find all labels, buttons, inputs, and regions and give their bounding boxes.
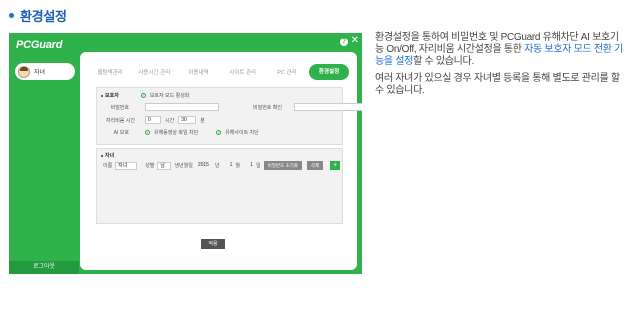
minute-unit: 분 — [200, 117, 205, 124]
settings-panel: 웹탐색관리 사용시간 관리 이용내역 사이트 관리 PC 관리 환경설정 보호자… — [80, 52, 362, 270]
tab-web-browsing[interactable]: 웹탐색관리 — [88, 68, 132, 76]
hour-unit: 시간 — [165, 117, 175, 124]
bullet-icon — [101, 94, 103, 97]
password-confirm-label: 비밀번호 확인 — [253, 104, 282, 111]
tab-usage-time[interactable]: 사용시간 관리 — [132, 68, 176, 76]
section-title: 환경설정 — [20, 9, 67, 24]
help-icon[interactable]: ? — [340, 38, 348, 46]
child-name-label: 이름 — [103, 163, 113, 169]
ai-protect-label: AI 보호 — [113, 130, 129, 136]
password-label: 비밀번호 — [110, 104, 129, 111]
hour-select[interactable]: 0 — [145, 116, 161, 124]
day-unit: 일 — [256, 163, 261, 169]
password-confirm-field[interactable] — [294, 103, 362, 111]
child-name: 자녀 — [34, 70, 46, 76]
guardian-heading: 보호자 — [101, 92, 119, 99]
description-paragraph-2: 여러 자녀가 있으실 경우 자녀별 등록을 통해 별도로 관리를 할 수 있습니… — [375, 73, 620, 96]
year-unit: 년 — [214, 163, 220, 169]
app-logo: PCGuard — [16, 39, 63, 51]
tab-pc-management[interactable]: PC 관리 — [265, 68, 309, 76]
child-name-field[interactable]: 자녀 — [115, 161, 138, 170]
gender-select[interactable]: 남 — [157, 161, 172, 170]
guardian-mode-label: 보호자 모드 활성화 — [149, 93, 190, 99]
month-unit: 월 — [235, 163, 241, 169]
section-heading: 환경설정 — [9, 6, 67, 25]
ai-site-label: 유해사이트 차단 — [225, 130, 259, 136]
tab-history[interactable]: 이용내역 — [176, 68, 220, 76]
tab-settings[interactable]: 환경설정 — [309, 64, 350, 80]
description: 환경설정을 통하여 비밀번호 및 PCGuard 유해차단 AI 보호기능 On… — [375, 32, 627, 102]
tab-bar: 웹탐색관리 사용시간 관리 이용내역 사이트 관리 PC 관리 환경설정 — [88, 64, 350, 80]
guardian-mode-checkbox[interactable]: ✓ — [140, 93, 146, 98]
bullet-icon — [101, 154, 103, 157]
bullet-icon — [9, 13, 14, 18]
child-profile-button[interactable]: 자녀 — [15, 63, 75, 80]
apply-button[interactable]: 적용 — [201, 239, 225, 249]
ai-video-label: 유해동영상 화일 차단 — [154, 130, 199, 136]
tab-site-management[interactable]: 사이트 관리 — [221, 68, 265, 76]
delete-child-button[interactable]: 삭제 — [306, 161, 324, 170]
gender-label: 성별 — [145, 163, 155, 169]
child-heading: 자녀 — [101, 152, 114, 159]
add-child-button[interactable]: + — [330, 161, 341, 170]
child-section: 자녀 이름 자녀 성별 남 생년월일 2015 년 1 월 1 일 비밀번호 초… — [96, 148, 343, 224]
minute-select[interactable]: 30 — [178, 116, 197, 124]
description-paragraph-1: 환경설정을 통하여 비밀번호 및 PCGuard 유해차단 AI 보호기능 On… — [375, 32, 624, 67]
close-icon[interactable]: ✕ — [351, 36, 359, 46]
logout-button[interactable]: 로그아웃 — [9, 261, 79, 274]
password-field[interactable] — [145, 103, 219, 111]
reset-password-button[interactable]: 비밀번호 초기화 — [263, 161, 302, 170]
ai-site-checkbox[interactable]: ✓ — [216, 130, 222, 135]
guardian-section: 보호자 ✓ 보호자 모드 활성화 비밀번호 비밀번호 확인 자리비움 시간 0 … — [96, 87, 362, 145]
month-field[interactable]: 1 — [222, 162, 233, 170]
day-field[interactable]: 1 — [243, 162, 253, 170]
pcguard-window: PCGuard ? ✕ 자녀 로그아웃 웹탐색관리 사용시간 관리 이용내역 사… — [9, 33, 362, 274]
birth-label: 생년월일 — [174, 163, 193, 169]
ai-video-checkbox[interactable]: ✓ — [145, 130, 150, 135]
unused-time-label: 자리비움 시간 — [106, 117, 135, 124]
avatar — [18, 65, 30, 78]
year-field[interactable]: 2015 — [196, 162, 212, 170]
